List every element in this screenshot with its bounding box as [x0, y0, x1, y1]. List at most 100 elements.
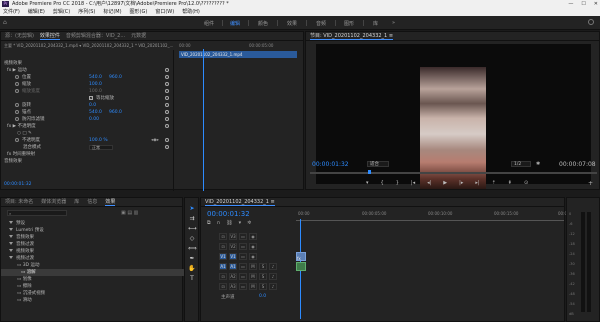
export-frame-icon[interactable]: ⊙ [524, 180, 528, 188]
reset-icon[interactable] [165, 110, 169, 114]
track-select-icon[interactable]: ⇉ [188, 215, 196, 223]
fit-select[interactable]: 适合 [367, 161, 389, 167]
mask-shape-icons[interactable]: ○ □ ✎ [1, 131, 32, 136]
tab-metadata[interactable]: 元数据 [131, 32, 146, 40]
close-button[interactable]: ✕ [594, 0, 598, 8]
selection-tool-icon[interactable]: ➤ [188, 205, 196, 213]
reset-icon[interactable] [165, 124, 169, 128]
list-item[interactable]: 视频效果 [16, 249, 34, 254]
workspace-graphics[interactable]: 图形 [344, 20, 354, 27]
list-item[interactable]: 视频过渡 [16, 256, 34, 261]
program-timecode[interactable]: 00:00:01:32 [312, 161, 349, 168]
breadcrumb[interactable]: 主要 * VID_20201102_204332_1.mp4 ▾ VID_202… [4, 43, 174, 50]
effect-motion[interactable]: fx ▶ 运动 [1, 68, 27, 73]
list-item[interactable]: 音频过渡 [16, 242, 34, 247]
mute-button[interactable]: M [249, 263, 257, 270]
go-to-in-icon[interactable]: |◂ [411, 180, 415, 188]
eye-icon[interactable]: ◉ [249, 243, 257, 250]
sync-icon[interactable]: ▭ [239, 273, 247, 280]
timeline-timecode[interactable]: 00:00:01:32 [207, 210, 250, 218]
reset-icon[interactable] [165, 75, 169, 79]
effect-controls-timecode[interactable]: 00:00:01:32 [4, 182, 31, 187]
solo-button[interactable]: S [259, 273, 267, 280]
eye-icon[interactable]: ◉ [249, 253, 257, 260]
track-label-a3[interactable]: A3 [229, 283, 237, 290]
mic-icon[interactable]: ♪ [269, 283, 277, 290]
reset-icon[interactable] [165, 138, 169, 142]
add-marker-icon[interactable]: ▾ [239, 220, 242, 226]
uniform-scale-checkbox[interactable]: ✓ [89, 96, 93, 100]
list-item[interactable]: 预设 [16, 221, 25, 226]
collapse-arrow-icon[interactable] [9, 228, 13, 231]
list-item[interactable]: 擦除 [23, 284, 32, 289]
mic-icon[interactable]: ♪ [269, 273, 277, 280]
sync-icon[interactable]: ▭ [239, 263, 247, 270]
track-label-a1[interactable]: A1 [229, 263, 237, 270]
track-label-v2[interactable]: V2 [229, 243, 237, 250]
step-back-icon[interactable]: ◂| [427, 180, 431, 188]
mute-button[interactable]: M [249, 283, 257, 290]
stopwatch-icon[interactable] [15, 81, 19, 86]
add-button[interactable]: + [588, 180, 593, 187]
menu-help[interactable]: 帮助(H) [182, 8, 200, 16]
clip-bar[interactable]: VID_20201102_204332_1.mp4 [179, 51, 297, 58]
workspace-editing[interactable]: 编辑 [230, 20, 240, 27]
lift-icon[interactable]: ⇡ [492, 180, 496, 188]
reset-icon[interactable] [165, 82, 169, 86]
anti-flicker-value[interactable]: 0.00 [89, 116, 99, 123]
hand-tool-icon[interactable]: ✋ [188, 265, 196, 273]
accelerated-effects-icon[interactable]: ▣ ▤ ▥ [121, 210, 138, 216]
keyframe-nav-icon[interactable]: ◂◆▸ [151, 137, 159, 144]
source-patch-v1[interactable]: V1 [219, 253, 227, 260]
source-patch-a1[interactable]: A1 [219, 263, 227, 270]
nest-icon[interactable]: ⧉ [207, 220, 211, 226]
search-icon[interactable] [588, 19, 594, 25]
razor-tool-icon[interactable]: ◇ [188, 235, 196, 243]
tab-project[interactable]: 项目: 未命名 [5, 198, 33, 206]
menu-graphics[interactable]: 图形(G) [130, 8, 148, 16]
slip-tool-icon[interactable]: ⟺ [188, 245, 197, 253]
workspace-more[interactable]: » [392, 20, 395, 26]
reset-icon[interactable] [165, 103, 169, 107]
sync-icon[interactable]: ▭ [239, 253, 247, 260]
linked-selection-icon[interactable]: ⛓ [226, 220, 232, 226]
program-playhead[interactable] [368, 170, 371, 174]
minimize-button[interactable]: — [568, 0, 573, 8]
menu-file[interactable]: 文件(F) [3, 8, 20, 16]
position-x[interactable]: 540.0 [89, 74, 102, 81]
tab-libraries[interactable]: 库 [74, 198, 79, 206]
search-input[interactable]: ⌕ [7, 210, 67, 216]
ripple-edit-icon[interactable]: ⟷ [188, 225, 197, 233]
mute-button[interactable]: M [249, 273, 257, 280]
workspace-audio[interactable]: 音频 [316, 20, 326, 27]
tab-audio-clip-mixer[interactable]: 音频剪辑混合器：VID_2... [66, 32, 125, 40]
tab-media-browser[interactable]: 媒体浏览器 [41, 198, 66, 206]
rotation-value[interactable]: 0.0 [89, 102, 96, 109]
menu-sequence[interactable]: 序列(S) [78, 8, 95, 16]
opacity-value[interactable]: 100.0 % [89, 137, 108, 144]
stopwatch-icon[interactable] [15, 116, 19, 121]
menu-edit[interactable]: 编辑(E) [28, 8, 45, 16]
sync-icon[interactable]: ▭ [239, 233, 247, 240]
workspace-assembly[interactable]: 组件 [204, 20, 214, 27]
lock-icon[interactable]: ⊡ [219, 273, 227, 280]
workspace-color[interactable]: 颜色 [258, 20, 268, 27]
collapse-arrow-icon[interactable] [9, 249, 13, 252]
mic-icon[interactable]: ♪ [269, 263, 277, 270]
scale-width-value[interactable]: 100.0 [89, 88, 102, 95]
list-item[interactable]: 沉浸式视频 [23, 291, 46, 296]
collapse-arrow-icon[interactable] [9, 242, 13, 245]
audio-clip[interactable] [296, 262, 306, 271]
stopwatch-icon[interactable] [15, 109, 19, 114]
track-label-v1[interactable]: V1 [229, 253, 237, 260]
menu-clip[interactable]: 剪辑(C) [53, 8, 70, 16]
list-item[interactable]: 3D 运动 [23, 263, 40, 268]
expand-arrow-icon[interactable] [9, 256, 13, 259]
lock-icon[interactable]: ⊡ [219, 283, 227, 290]
list-item[interactable]: 滑动 [23, 298, 32, 303]
master-track-value[interactable]: 0.0 [259, 294, 266, 299]
menu-marker[interactable]: 标记(M) [103, 8, 121, 16]
position-y[interactable]: 960.0 [109, 74, 122, 81]
reset-icon[interactable] [165, 96, 169, 100]
marker-icon[interactable]: ▾ [366, 180, 369, 188]
